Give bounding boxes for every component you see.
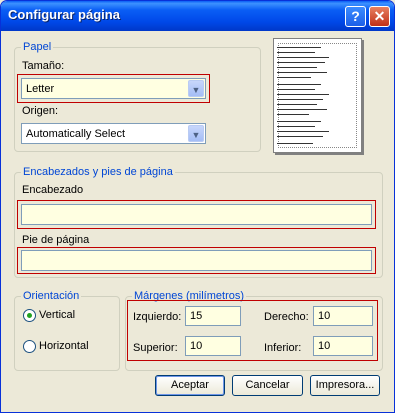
preview-line bbox=[277, 62, 325, 63]
preview-line bbox=[277, 57, 329, 58]
left-margin-input[interactable]: 15 bbox=[185, 306, 241, 326]
landscape-label[interactable]: Horizontal bbox=[39, 340, 89, 352]
headers-footers-legend: Encabezados y pies de página bbox=[21, 166, 175, 178]
preview-line bbox=[277, 143, 313, 144]
footer-label: Pie de página bbox=[22, 234, 90, 246]
top-margin-label: Superior: bbox=[133, 342, 178, 354]
paper-size-label: Tamaño: bbox=[22, 60, 65, 72]
bottom-margin-label: Inferior: bbox=[264, 342, 302, 354]
preview-margin-outline bbox=[278, 43, 357, 148]
preview-line bbox=[277, 121, 321, 122]
preview-line bbox=[277, 84, 321, 85]
title-bar: Configurar página ? ✕ bbox=[1, 1, 394, 31]
bottom-margin-input[interactable]: 10 bbox=[313, 336, 373, 356]
preview-line bbox=[277, 99, 323, 100]
header-input[interactable] bbox=[21, 204, 372, 225]
paper-source-select[interactable]: Automatically Select ▼ bbox=[21, 123, 206, 144]
preview-line bbox=[277, 72, 327, 73]
orientation-group bbox=[14, 296, 120, 371]
paper-legend: Papel bbox=[21, 41, 54, 53]
preview-line bbox=[277, 109, 327, 110]
page-preview bbox=[273, 38, 362, 153]
preview-line bbox=[277, 89, 315, 90]
top-margin-input[interactable]: 10 bbox=[185, 336, 241, 356]
ok-button[interactable]: Aceptar bbox=[155, 375, 225, 396]
footer-input[interactable] bbox=[21, 250, 372, 271]
close-button[interactable]: ✕ bbox=[369, 6, 390, 27]
right-margin-label: Derecho: bbox=[264, 311, 309, 323]
portrait-radio[interactable] bbox=[23, 309, 36, 322]
chevron-down-icon[interactable]: ▼ bbox=[188, 125, 204, 142]
paper-size-value: Letter bbox=[26, 83, 55, 95]
window-title: Configurar página bbox=[8, 7, 120, 22]
left-margin-label: Izquierdo: bbox=[133, 311, 182, 323]
preview-line bbox=[277, 77, 311, 78]
right-margin-input[interactable]: 10 bbox=[313, 306, 373, 326]
printer-button[interactable]: Impresora... bbox=[310, 375, 380, 396]
top-margin-value: 10 bbox=[190, 340, 203, 352]
preview-line bbox=[277, 126, 315, 127]
right-margin-value: 10 bbox=[318, 310, 331, 322]
cancel-button[interactable]: Cancelar bbox=[232, 375, 303, 396]
preview-line bbox=[277, 94, 329, 95]
preview-line bbox=[277, 114, 309, 115]
page-setup-dialog: Configurar página ? ✕ Papel Tamaño: Lett… bbox=[0, 0, 395, 413]
preview-line bbox=[277, 136, 323, 137]
portrait-label[interactable]: Vertical bbox=[39, 309, 75, 321]
radio-selected-dot bbox=[27, 313, 32, 318]
preview-line bbox=[277, 47, 321, 48]
orientation-legend: Orientación bbox=[21, 290, 82, 302]
paper-source-value: Automatically Select bbox=[26, 128, 126, 140]
left-margin-value: 15 bbox=[190, 310, 203, 322]
preview-line bbox=[277, 67, 317, 68]
preview-line bbox=[277, 131, 329, 132]
preview-line bbox=[277, 52, 315, 53]
bottom-margin-value: 10 bbox=[318, 340, 331, 352]
paper-size-select[interactable]: Letter ▼ bbox=[21, 78, 206, 99]
paper-source-label: Origen: bbox=[22, 105, 59, 117]
landscape-radio[interactable] bbox=[23, 340, 36, 353]
header-label: Encabezado bbox=[22, 184, 84, 196]
chevron-down-icon[interactable]: ▼ bbox=[188, 80, 204, 97]
help-button[interactable]: ? bbox=[345, 6, 366, 27]
preview-line bbox=[277, 104, 317, 105]
